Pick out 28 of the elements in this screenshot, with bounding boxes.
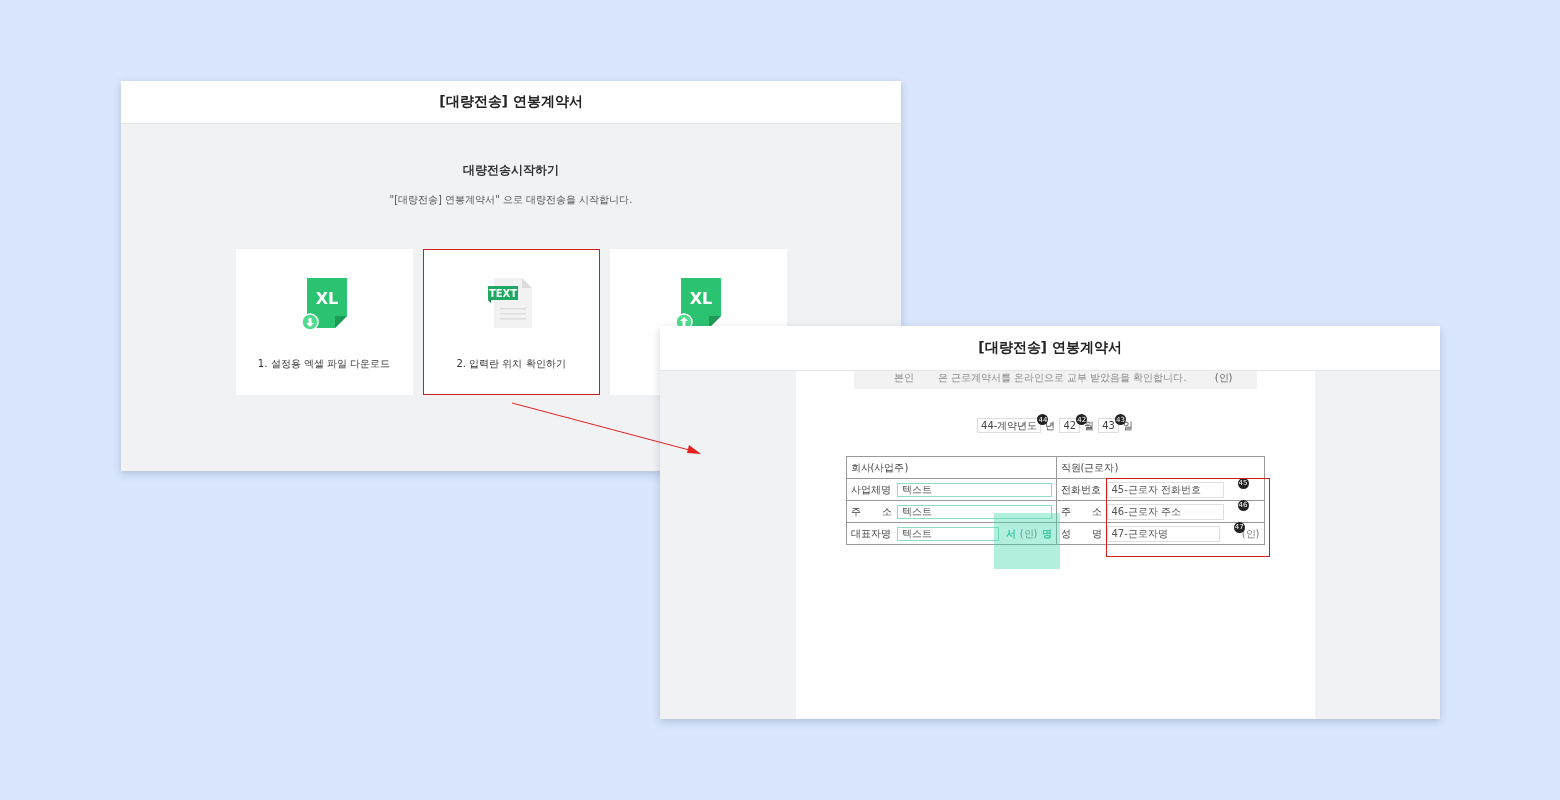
window-title: [대량전송] 연봉계약서 [121,81,901,124]
field-label: 대표자명 [850,526,892,541]
seal-mark: (인) [1019,526,1038,541]
seal-label: 서 [1005,526,1016,541]
table-header: 회사(사업주) [846,456,1056,479]
signer-text: 본인 [893,371,914,385]
seal-text: (인) [1214,371,1233,385]
description-text: "[대량전송] 연봉계약서" 으로 대량전송을 시작합니다. [389,193,633,207]
seal-label: 명 [1041,526,1052,541]
input-field[interactable]: 텍스트 [896,526,999,541]
input-field[interactable]: 47-근로자명 [1106,525,1220,542]
input-field[interactable]: 46-근로자 주소 [1106,503,1224,520]
field-label: 전화번호 [1060,482,1102,497]
field-label: 사업체명 [850,482,892,497]
section-heading: 대량전송시작하기 [463,162,559,179]
field-label: 주 소 [850,504,893,519]
step-card[interactable]: XL 1. 설정용 엑셀 파일 다운로드 [235,249,413,395]
table-header: 직원(근로자) [1056,456,1264,479]
step-card[interactable]: TEXT 2. 입력란 위치 확인하기 [422,249,600,395]
input-field[interactable]: 텍스트 [896,504,1052,519]
window-title: [대량전송] 연봉계약서 [660,326,1440,371]
field-label: 성 명 [1060,526,1103,541]
card-label: 2. 입력란 위치 확인하기 [456,357,566,371]
notice-text: 은 근로계약서를 온라인으로 교부 받았음을 확인합니다. [937,371,1187,385]
input-field[interactable]: 텍스트 [896,482,1052,497]
input-field[interactable]: 45-근로자 전화번호 [1106,481,1224,498]
card-label: 1. 설정용 엑셀 파일 다운로드 [257,357,391,371]
field-label: 주 소 [1060,504,1103,519]
